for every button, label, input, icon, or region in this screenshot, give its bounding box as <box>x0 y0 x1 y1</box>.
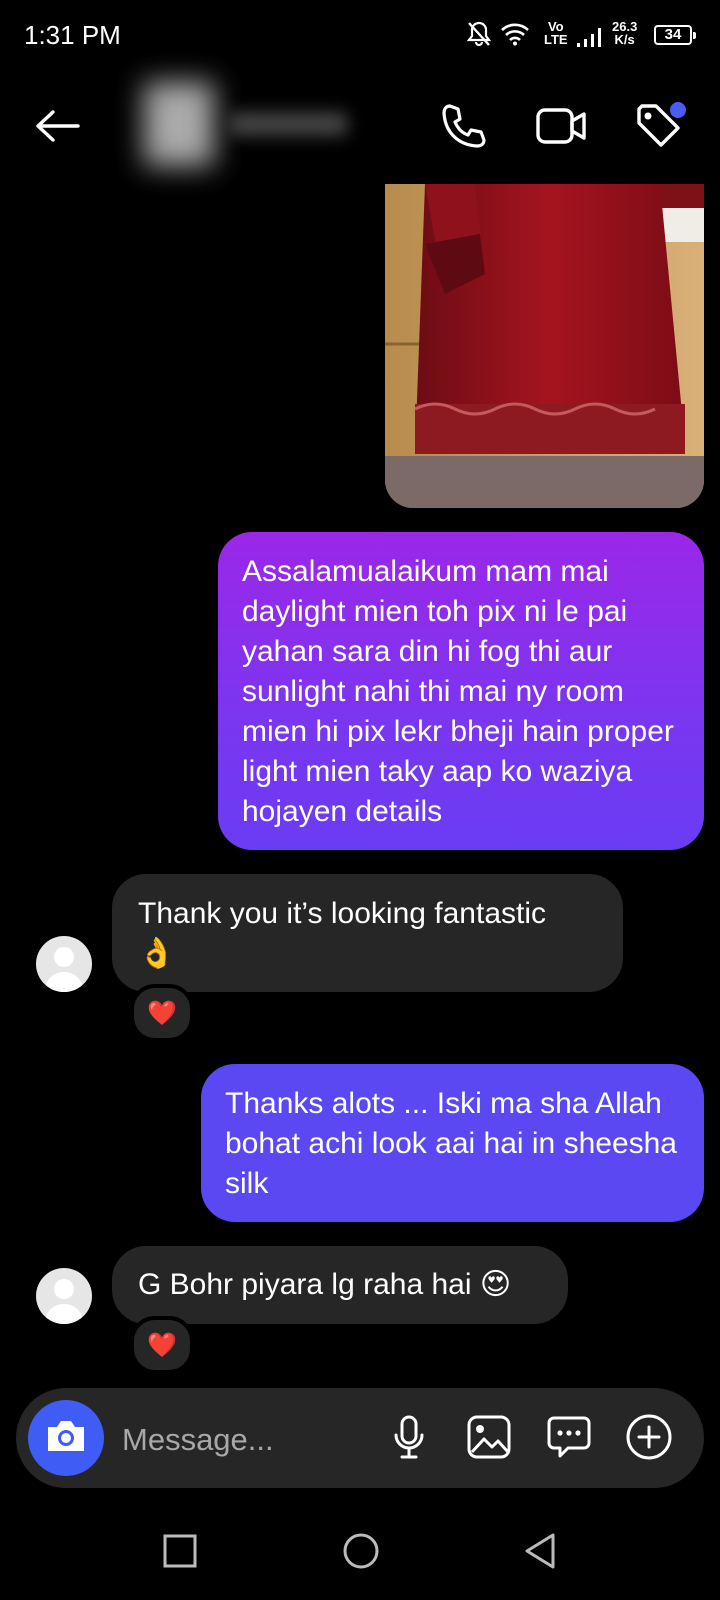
received-message-bubble[interactable]: G Bohr piyara lg raha hai 😍 <box>112 1246 568 1324</box>
contact-avatar <box>144 82 214 166</box>
phone-icon <box>440 102 488 155</box>
sent-message-bubble[interactable]: Assalamualaikum mam mai daylight mien to… <box>218 532 704 850</box>
received-message-bubble[interactable]: Thank you it’s looking fantastic 👌 <box>112 874 623 992</box>
circle-icon <box>342 1532 380 1575</box>
volte-bottom: LTE <box>544 32 568 47</box>
sent-message-bubble[interactable]: Thanks alots ... Iski ma sha Allah bohat… <box>201 1064 704 1222</box>
net-speed: 26.3 K/s <box>612 20 637 46</box>
message-text: Thanks alots ... Iski ma sha Allah bohat… <box>225 1087 677 1200</box>
more-options-button[interactable] <box>624 1414 674 1464</box>
reaction-badge[interactable]: ❤️ <box>130 984 194 1042</box>
status-time: 1:31 PM <box>24 20 121 50</box>
heart-reaction: ❤️ <box>147 999 177 1027</box>
recents-nav-button[interactable] <box>155 1528 205 1578</box>
heart-eyes-emoji: 😍 <box>479 1268 512 1301</box>
video-camera-icon <box>536 106 588 151</box>
image-icon <box>466 1414 512 1465</box>
home-nav-button[interactable] <box>336 1528 386 1578</box>
camera-icon <box>44 1417 88 1460</box>
chat-bubble-icon <box>546 1414 592 1465</box>
net-speed-unit: K/s <box>614 32 635 47</box>
camera-button[interactable] <box>28 1400 104 1476</box>
video-call-button[interactable] <box>532 100 592 156</box>
microphone-icon <box>389 1414 429 1465</box>
sender-avatar[interactable] <box>36 1268 92 1324</box>
sticker-message-button[interactable] <box>544 1414 594 1464</box>
contact-info[interactable] <box>144 82 364 166</box>
mute-bell-icon <box>466 20 492 53</box>
reaction-badge[interactable]: ❤️ <box>130 1316 194 1374</box>
notification-dot <box>670 102 686 118</box>
message-text: Thank you it’s looking fantastic <box>138 897 547 930</box>
call-button[interactable] <box>436 100 492 156</box>
wifi-icon <box>500 22 530 51</box>
signal-icon <box>576 26 606 53</box>
triangle-back-icon <box>523 1532 557 1575</box>
status-bar: 1:31 PM Vo LTE 26.3 K/s 34 <box>0 0 720 72</box>
battery-indicator: 34 <box>654 25 696 45</box>
ok-hand-emoji: 👌 <box>138 937 176 970</box>
contact-name <box>228 112 348 136</box>
message-input[interactable] <box>120 1414 374 1466</box>
arrow-left-icon <box>33 109 81 148</box>
shared-image[interactable] <box>385 184 704 508</box>
message-text: Assalamualaikum mam mai daylight mien to… <box>242 555 674 828</box>
plus-circle-icon <box>625 1413 673 1466</box>
sender-avatar[interactable] <box>36 936 92 992</box>
gallery-button[interactable] <box>464 1414 514 1464</box>
volte-indicator: Vo LTE <box>544 20 568 46</box>
tag-button[interactable] <box>628 100 688 156</box>
back-button[interactable] <box>30 104 84 152</box>
back-nav-button[interactable] <box>515 1528 565 1578</box>
heart-reaction: ❤️ <box>147 1331 177 1359</box>
square-icon <box>163 1534 197 1573</box>
voice-message-button[interactable] <box>384 1414 434 1464</box>
message-text: G Bohr piyara lg raha hai <box>138 1268 472 1301</box>
